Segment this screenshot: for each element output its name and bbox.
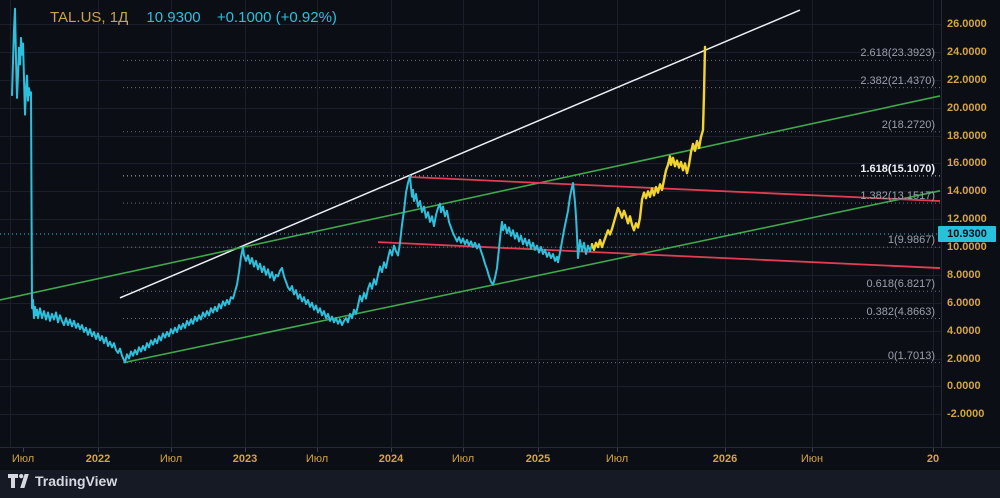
- price-axis[interactable]: 26.0000 24.0000 22.0000 20.0000 18.0000 16.00…: [941, 0, 1000, 447]
- tradingview-chart-window: TAL.US, 1Д 10.9300 +0.1000 (+0.92%) 26.0…: [0, 0, 1000, 498]
- time-axis-label: Июн: [800, 453, 824, 465]
- time-axis-label: 2023: [232, 453, 258, 465]
- fib-level-label: 2(18.2720): [881, 118, 935, 131]
- tradingview-logo-text: TradingView: [35, 473, 118, 489]
- time-axis-tick: [317, 448, 318, 452]
- time-axis-label: 2024: [378, 453, 404, 465]
- time-axis-tick: [23, 448, 24, 452]
- time-axis-label: Июл: [605, 453, 629, 465]
- symbol-legend[interactable]: TAL.US, 1Д 10.9300 +0.1000 (+0.92%): [50, 9, 337, 26]
- price-axis-label: 10.0000: [947, 241, 987, 253]
- fib-level-label: 0.382(4.8663): [866, 305, 936, 318]
- time-axis-label: 2025: [525, 453, 551, 465]
- time-axis-label: 2022: [85, 453, 111, 465]
- price-axis-label: 26.0000: [947, 18, 987, 30]
- time-axis-label: Июл: [451, 453, 475, 465]
- time-axis-tick: [98, 448, 99, 452]
- bottom-attribution-bar: TradingView: [0, 470, 1000, 498]
- price-axis-label: 16.0000: [947, 157, 987, 170]
- price-axis-label: 20.0000: [947, 101, 987, 114]
- fib-level-label: 1.618(15.1070): [860, 162, 935, 175]
- price-change-value: +0.1000 (+0.92%): [216, 9, 337, 26]
- time-axis[interactable]: Июл 2022 Июл 2023 Июл 2024 Июл 2025 Июл 2026 Июн 20: [0, 447, 1000, 471]
- price-axis-label: 22.0000: [947, 73, 987, 86]
- fib-level-label: 1(9.9867): [887, 234, 935, 247]
- price-axis-label: 8.0000: [947, 268, 981, 281]
- time-axis-tick: [171, 448, 172, 452]
- time-axis-tick: [391, 448, 392, 452]
- price-axis-label: 12.0000: [947, 213, 987, 226]
- fib-level-label: 2.618(23.3923): [860, 47, 935, 60]
- price-axis-label: 18.0000: [947, 129, 987, 142]
- fib-level-label: 0(1.7013): [887, 349, 935, 362]
- price-axis-label: 6.0000: [947, 296, 981, 309]
- time-axis-tick: [725, 448, 726, 452]
- tradingview-logo-icon: [8, 473, 29, 488]
- current-price-badge: 10.9300: [938, 226, 996, 243]
- time-axis-label: 20: [926, 453, 940, 465]
- price-axis-label: 14.0000: [947, 185, 987, 198]
- price-axis-label: -2.0000: [947, 408, 985, 421]
- price-axis-label: 2.0000: [947, 352, 981, 365]
- time-axis-tick: [463, 448, 464, 452]
- time-axis-tick: [617, 448, 618, 452]
- fib-level-label: 1.382(13.1517): [860, 190, 935, 203]
- chart-plot-area[interactable]: [0, 0, 941, 447]
- price-axis-label: 24.0000: [947, 45, 987, 58]
- last-price-value: 10.9300: [146, 9, 201, 26]
- price-axis-label: 0.0000: [947, 380, 981, 393]
- tradingview-logo-link[interactable]: TradingView: [8, 473, 117, 489]
- fib-level-label: 2.382(21.4370): [860, 74, 935, 87]
- time-axis-label: Июл: [159, 453, 183, 465]
- time-axis-tick: [538, 448, 539, 452]
- symbol-name-and-interval[interactable]: TAL.US, 1Д: [50, 9, 128, 26]
- green-channel-lower: [124, 190, 941, 364]
- price-axis-label: 4.0000: [947, 324, 981, 337]
- fib-level-label: 0.618(6.8217): [866, 278, 936, 291]
- time-axis-tick: [933, 448, 934, 452]
- time-axis-tick: [812, 448, 813, 452]
- time-axis-label: 2026: [712, 453, 738, 465]
- time-axis-label: Июл: [305, 453, 329, 465]
- time-axis-label: Июл: [11, 453, 35, 465]
- time-axis-tick: [245, 448, 246, 452]
